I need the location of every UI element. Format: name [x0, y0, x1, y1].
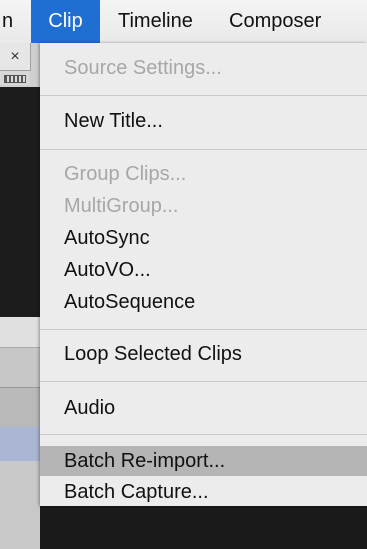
menu-separator: [40, 329, 367, 330]
background-panel: [0, 461, 40, 549]
menu-composer[interactable]: Composer: [229, 0, 321, 43]
menu-item-autovo[interactable]: AutoVO...: [40, 255, 367, 285]
menu-previous-item[interactable]: n: [0, 0, 20, 43]
menu-item-loop-selected-clips[interactable]: Loop Selected Clips: [40, 339, 367, 369]
menu-item-autosequence[interactable]: AutoSequence: [40, 287, 367, 317]
background-window: ×: [0, 43, 40, 549]
menu-timeline[interactable]: Timeline: [118, 0, 193, 43]
filmstrip-icon: [0, 71, 30, 85]
menu-item-autosync[interactable]: AutoSync: [40, 223, 367, 253]
menu-item-audio[interactable]: Audio: [40, 393, 367, 423]
menu-item-batch-capture[interactable]: Batch Capture...: [40, 477, 367, 507]
menu-item-group-clips[interactable]: Group Clips...: [40, 159, 367, 189]
menu-clip[interactable]: Clip: [31, 0, 100, 43]
background-panel: [0, 387, 40, 428]
background-viewer: [0, 87, 40, 317]
menu-separator: [40, 149, 367, 150]
menu-item-source-settings[interactable]: Source Settings...: [40, 53, 367, 83]
clip-menu: Source Settings... New Title... Group Cl…: [40, 43, 367, 506]
menu-item-batch-reimport[interactable]: Batch Re-import...: [40, 446, 367, 476]
close-icon[interactable]: ×: [0, 43, 31, 71]
background-panel: [0, 317, 40, 347]
menu-item-new-title[interactable]: New Title...: [40, 106, 367, 136]
menu-separator: [40, 381, 367, 382]
background-panel: [0, 347, 40, 388]
menu-bar: n Clip Timeline Composer: [0, 0, 367, 44]
background-selected-row: [0, 427, 40, 461]
menu-separator: [40, 95, 367, 96]
menu-separator: [40, 434, 367, 435]
menu-item-multigroup[interactable]: MultiGroup...: [40, 191, 367, 221]
